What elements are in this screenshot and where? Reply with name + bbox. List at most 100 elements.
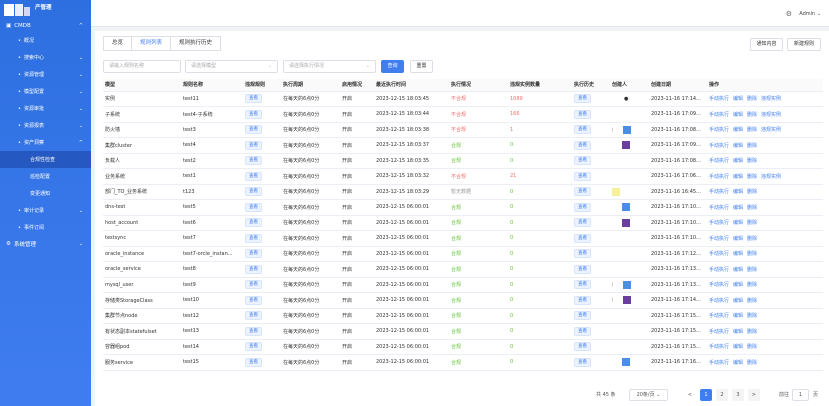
- edit-link[interactable]: 编辑: [733, 127, 743, 133]
- view-history-link[interactable]: 查看: [574, 125, 591, 135]
- view-history-link[interactable]: 查看: [574, 249, 591, 259]
- notify-content-button[interactable]: 通知内容: [750, 38, 783, 51]
- delete-link[interactable]: 删除: [747, 96, 757, 102]
- run-now-link[interactable]: 手动执行: [709, 236, 729, 242]
- delete-link[interactable]: 删除: [747, 313, 757, 319]
- view-history-link[interactable]: 查看: [574, 187, 591, 197]
- delete-link[interactable]: 删除: [747, 189, 757, 195]
- view-rule-link[interactable]: 查看: [245, 187, 262, 197]
- sidebar-item[interactable]: • 模型配置 ⌄: [0, 83, 91, 100]
- view-rule-link[interactable]: 查看: [245, 311, 262, 321]
- sidebar-subitem[interactable]: 合规性检查: [0, 151, 91, 168]
- run-now-link[interactable]: 手动执行: [709, 360, 729, 366]
- violation-instances-link[interactable]: 违规实例: [761, 112, 781, 118]
- sidebar-item[interactable]: • 搜索中心 ⌄: [0, 49, 91, 66]
- delete-link[interactable]: 删除: [747, 205, 757, 211]
- edit-link[interactable]: 编辑: [733, 220, 743, 226]
- edit-link[interactable]: 编辑: [733, 158, 743, 164]
- sidebar-item[interactable]: • 审计记录 ⌄: [0, 202, 91, 219]
- sidebar-subitem[interactable]: 巡检配置: [0, 168, 91, 185]
- run-now-link[interactable]: 手动执行: [709, 344, 729, 350]
- violation-instances-link[interactable]: 违规实例: [761, 174, 781, 180]
- violation-instances-link[interactable]: 违规实例: [761, 127, 781, 133]
- run-now-link[interactable]: 手动执行: [709, 298, 729, 304]
- reset-button[interactable]: 重置: [410, 60, 433, 73]
- view-history-link[interactable]: 查看: [574, 233, 591, 243]
- delete-link[interactable]: 删除: [747, 236, 757, 242]
- view-history-link[interactable]: 查看: [574, 156, 591, 166]
- delete-link[interactable]: 删除: [747, 251, 757, 257]
- view-history-link[interactable]: 查看: [574, 311, 591, 321]
- edit-link[interactable]: 编辑: [733, 344, 743, 350]
- view-rule-link[interactable]: 查看: [245, 171, 262, 181]
- view-history-link[interactable]: 查看: [574, 280, 591, 290]
- view-rule-link[interactable]: 查看: [245, 357, 262, 367]
- user-menu[interactable]: Admin ⌄: [799, 11, 821, 17]
- exec-status-select[interactable]: 请选择执行情况 ⌄: [283, 60, 376, 73]
- app-logo[interactable]: 产管理: [0, 0, 91, 19]
- view-rule-link[interactable]: 查看: [245, 326, 262, 336]
- sidebar-group-cmdb[interactable]: ▣ CMDB ^: [0, 19, 91, 32]
- edit-link[interactable]: 编辑: [733, 329, 743, 335]
- view-rule-link[interactable]: 查看: [245, 202, 262, 212]
- view-history-link[interactable]: 查看: [574, 295, 591, 305]
- edit-link[interactable]: 编辑: [733, 298, 743, 304]
- run-now-link[interactable]: 手动执行: [709, 329, 729, 335]
- view-rule-link[interactable]: 查看: [245, 218, 262, 228]
- view-history-link[interactable]: 查看: [574, 202, 591, 212]
- view-history-link[interactable]: 查看: [574, 218, 591, 228]
- edit-link[interactable]: 编辑: [733, 96, 743, 102]
- view-history-link[interactable]: 查看: [574, 264, 591, 274]
- run-now-link[interactable]: 手动执行: [709, 127, 729, 133]
- run-now-link[interactable]: 手动执行: [709, 189, 729, 195]
- page-1-button[interactable]: 1: [700, 389, 712, 401]
- delete-link[interactable]: 删除: [747, 360, 757, 366]
- view-rule-link[interactable]: 查看: [245, 342, 262, 352]
- edit-link[interactable]: 编辑: [733, 251, 743, 257]
- search-button[interactable]: 查询: [381, 60, 404, 73]
- sidebar-group-system[interactable]: ⚙ 系统管理 ⌄: [0, 236, 91, 251]
- next-page-button[interactable]: >: [748, 389, 760, 401]
- view-rule-link[interactable]: 查看: [245, 233, 262, 243]
- delete-link[interactable]: 删除: [747, 143, 757, 149]
- run-now-link[interactable]: 手动执行: [709, 158, 729, 164]
- run-now-link[interactable]: 手动执行: [709, 143, 729, 149]
- sidebar-item[interactable]: • 资源审批 ⌄: [0, 100, 91, 117]
- run-now-link[interactable]: 手动执行: [709, 282, 729, 288]
- delete-link[interactable]: 删除: [747, 127, 757, 133]
- sidebar-subitem[interactable]: 变更通知: [0, 185, 91, 202]
- goto-page-input[interactable]: 1: [792, 389, 809, 401]
- new-rule-button[interactable]: 新建规则: [787, 38, 821, 51]
- edit-link[interactable]: 编辑: [733, 267, 743, 273]
- delete-link[interactable]: 删除: [747, 220, 757, 226]
- view-rule-link[interactable]: 查看: [245, 140, 262, 150]
- view-rule-link[interactable]: 查看: [245, 280, 262, 290]
- sidebar-item[interactable]: • 事件订阅: [0, 219, 91, 236]
- page-size-select[interactable]: 20条/页 ⌄: [629, 389, 668, 401]
- edit-link[interactable]: 编辑: [733, 236, 743, 242]
- view-history-link[interactable]: 查看: [574, 326, 591, 336]
- run-now-link[interactable]: 手动执行: [709, 174, 729, 180]
- view-rule-link[interactable]: 查看: [245, 109, 262, 119]
- delete-link[interactable]: 删除: [747, 112, 757, 118]
- view-rule-link[interactable]: 查看: [245, 249, 262, 259]
- edit-link[interactable]: 编辑: [733, 189, 743, 195]
- view-rule-link[interactable]: 查看: [245, 125, 262, 135]
- view-rule-link[interactable]: 查看: [245, 156, 262, 166]
- model-select[interactable]: 请选择模型 ⌄: [185, 60, 278, 73]
- view-rule-link[interactable]: 查看: [245, 94, 262, 104]
- edit-link[interactable]: 编辑: [733, 143, 743, 149]
- view-history-link[interactable]: 查看: [574, 342, 591, 352]
- edit-link[interactable]: 编辑: [733, 205, 743, 211]
- sidebar-item[interactable]: • 资源管理 ⌄: [0, 66, 91, 83]
- sidebar-item[interactable]: • 概况: [0, 32, 91, 49]
- run-now-link[interactable]: 手动执行: [709, 96, 729, 102]
- run-now-link[interactable]: 手动执行: [709, 267, 729, 273]
- sidebar-item[interactable]: • 资产洞察 ^: [0, 134, 91, 151]
- delete-link[interactable]: 删除: [747, 329, 757, 335]
- run-now-link[interactable]: 手动执行: [709, 112, 729, 118]
- edit-link[interactable]: 编辑: [733, 313, 743, 319]
- gear-icon[interactable]: ⚙: [786, 10, 792, 18]
- rule-name-input[interactable]: 请输入规则名称: [103, 60, 181, 73]
- run-now-link[interactable]: 手动执行: [709, 205, 729, 211]
